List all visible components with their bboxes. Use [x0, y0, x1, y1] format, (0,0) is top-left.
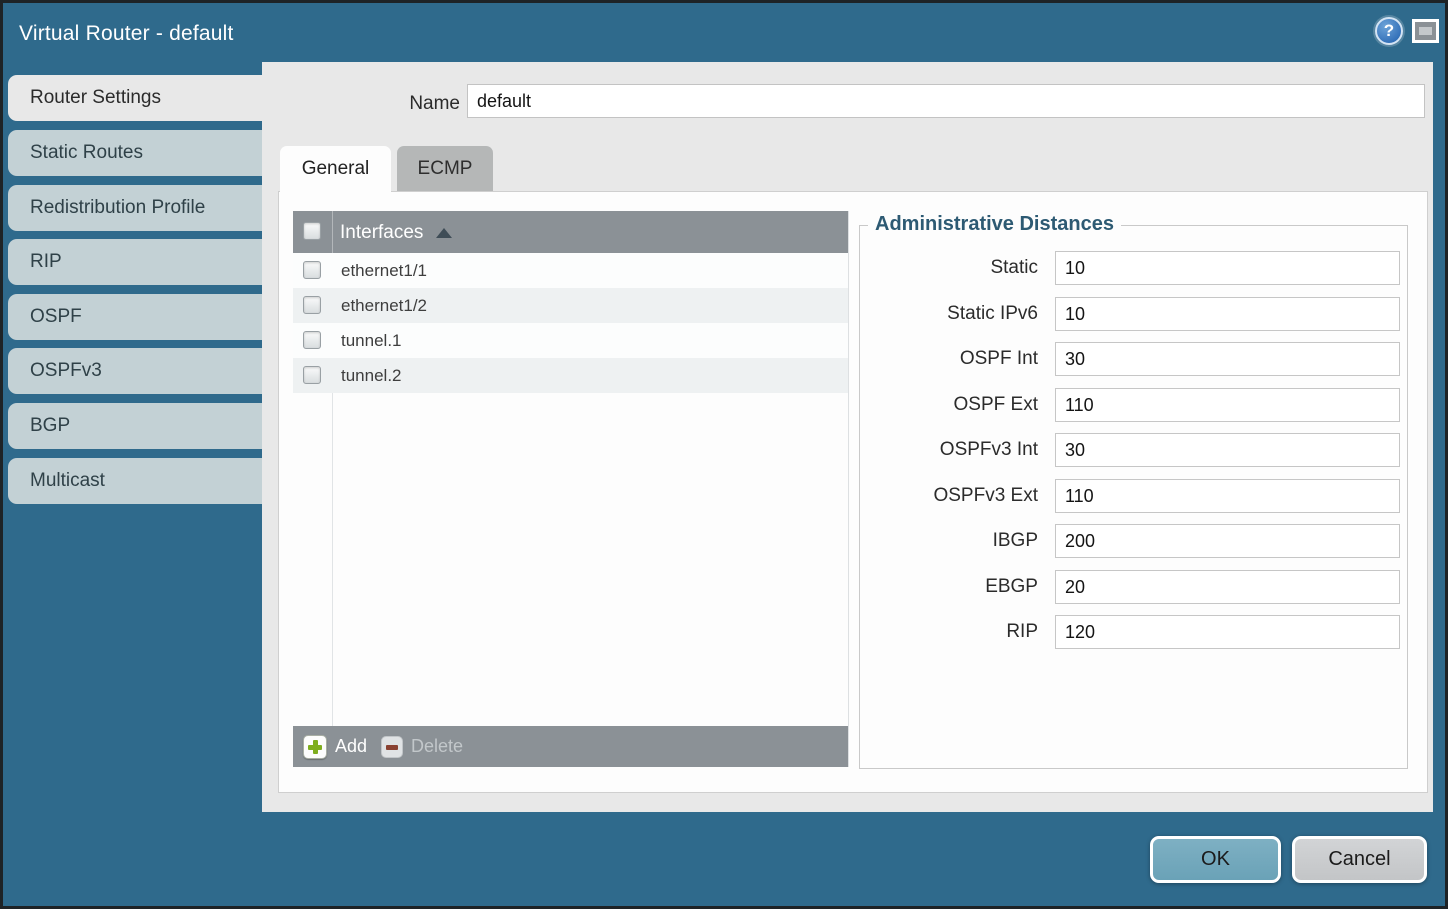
name-label: Name	[343, 87, 460, 120]
row-checkbox[interactable]	[303, 366, 321, 384]
static-ipv6-label: Static IPv6	[858, 297, 1038, 331]
delete-minus-icon	[381, 736, 403, 758]
sidebar-item-router-settings[interactable]: Router Settings	[8, 75, 262, 121]
rip-input[interactable]	[1055, 615, 1400, 649]
sidebar-item-rip[interactable]: RIP	[8, 239, 262, 285]
interface-name: ethernet1/2	[341, 288, 427, 323]
table-row-tunnel-2[interactable]: tunnel.2	[293, 358, 848, 393]
interfaces-table: Interfaces ethernet1/1 ethernet1/2 tunne…	[293, 211, 849, 767]
ospfv3-ext-label: OSPFv3 Ext	[858, 479, 1038, 513]
sidebar-item-multicast[interactable]: Multicast	[8, 458, 262, 504]
add-button-label: Add	[335, 736, 367, 757]
static-input[interactable]	[1055, 251, 1400, 285]
interface-name: tunnel.2	[341, 358, 402, 393]
ospf-ext-label: OSPF Ext	[858, 388, 1038, 422]
tab-general[interactable]: General	[280, 146, 391, 192]
interfaces-column-header: Interfaces	[340, 211, 423, 254]
interface-name: tunnel.1	[341, 323, 402, 358]
add-plus-icon	[303, 735, 327, 759]
ospfv3-ext-input[interactable]	[1055, 479, 1400, 513]
static-ipv6-input[interactable]	[1055, 297, 1400, 331]
table-row-ethernet1-1[interactable]: ethernet1/1	[293, 253, 848, 288]
interface-name: ethernet1/1	[341, 253, 427, 288]
row-checkbox[interactable]	[303, 331, 321, 349]
interfaces-toolbar: Add Delete	[293, 726, 848, 767]
cancel-button[interactable]: Cancel	[1292, 836, 1427, 883]
static-label: Static	[858, 251, 1038, 285]
sort-ascending-icon[interactable]	[436, 228, 452, 238]
ibgp-label: IBGP	[858, 524, 1038, 558]
ospfv3-int-input[interactable]	[1055, 433, 1400, 467]
administrative-distances-legend: Administrative Distances	[868, 213, 1121, 236]
ibgp-input[interactable]	[1055, 524, 1400, 558]
delete-button-label: Delete	[411, 736, 463, 757]
administrative-distances-fieldset: Administrative Distances Static Static I…	[859, 225, 1408, 769]
window-state-icon[interactable]	[1412, 19, 1439, 43]
dialog-titlebar: Virtual Router - default ?	[3, 3, 1445, 63]
row-checkbox[interactable]	[303, 296, 321, 314]
row-checkbox[interactable]	[303, 261, 321, 279]
virtual-router-dialog: Virtual Router - default ? Router Settin…	[0, 0, 1448, 909]
help-icon[interactable]: ?	[1375, 17, 1403, 45]
sidebar-item-redistribution-profile[interactable]: Redistribution Profile	[8, 185, 262, 231]
help-icon-glyph: ?	[1384, 21, 1394, 41]
add-button[interactable]: Add	[303, 733, 367, 760]
ebgp-label: EBGP	[858, 570, 1038, 604]
ospf-int-input[interactable]	[1055, 342, 1400, 376]
ebgp-input[interactable]	[1055, 570, 1400, 604]
general-tab-panel: Interfaces ethernet1/1 ethernet1/2 tunne…	[278, 191, 1428, 793]
table-row-tunnel-1[interactable]: tunnel.1	[293, 323, 848, 358]
window-state-icon-inner	[1419, 27, 1432, 35]
interfaces-table-header[interactable]: Interfaces	[293, 211, 848, 253]
rip-label: RIP	[858, 615, 1038, 649]
sidebar-item-ospfv3[interactable]: OSPFv3	[8, 348, 262, 394]
ospfv3-int-label: OSPFv3 Int	[858, 433, 1038, 467]
column-separator	[332, 211, 333, 253]
ospf-int-label: OSPF Int	[858, 342, 1038, 376]
select-all-checkbox[interactable]	[303, 222, 321, 240]
sidebar-item-static-routes[interactable]: Static Routes	[8, 130, 262, 176]
ok-button[interactable]: OK	[1150, 836, 1281, 883]
sidebar-item-ospf[interactable]: OSPF	[8, 294, 262, 340]
tab-ecmp[interactable]: ECMP	[397, 146, 493, 192]
delete-button[interactable]: Delete	[381, 734, 463, 759]
table-row-ethernet1-2[interactable]: ethernet1/2	[293, 288, 848, 323]
name-input[interactable]	[467, 84, 1425, 118]
dialog-title: Virtual Router - default	[19, 3, 234, 63]
ospf-ext-input[interactable]	[1055, 388, 1400, 422]
sidebar-item-bgp[interactable]: BGP	[8, 403, 262, 449]
